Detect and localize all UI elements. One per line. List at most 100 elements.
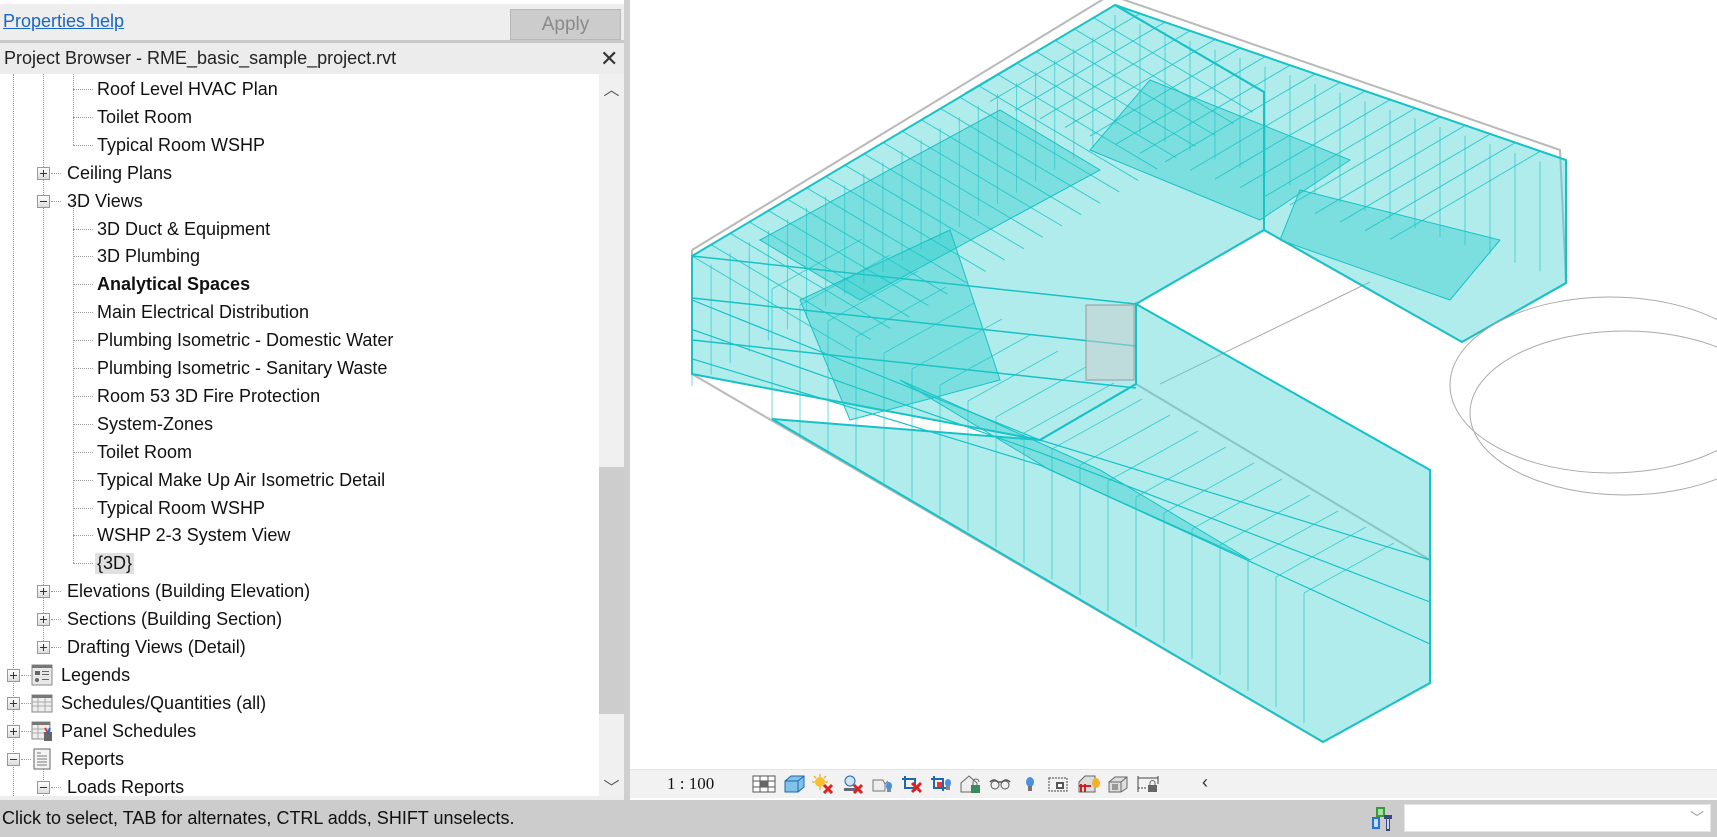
scroll-thumb[interactable]	[599, 467, 624, 714]
tree-item-label: Typical Make Up Air Isometric Detail	[97, 469, 386, 490]
tree-connector	[51, 647, 61, 648]
tree-connector	[73, 507, 93, 509]
tree-item[interactable]: 3D Plumbing	[0, 242, 599, 270]
scroll-down-icon[interactable]: ﹀	[599, 774, 624, 797]
collapse-icon[interactable]	[7, 752, 20, 766]
tree-item-label: {3D}	[95, 553, 135, 575]
tree-folder[interactable]: Legends	[0, 661, 599, 689]
sun-path-off-icon[interactable]	[811, 774, 835, 795]
tree-item-label: 3D Plumbing	[97, 246, 201, 267]
tree-folder[interactable]: Schedules/Quantities (all)	[0, 689, 599, 717]
tree-item-label: Toilet Room	[97, 441, 193, 462]
tree-folder[interactable]: Ceiling Plans	[0, 159, 599, 187]
temporary-view-properties-icon[interactable]	[1047, 774, 1071, 794]
tree-item-label: Roof Level HVAC Plan	[97, 79, 278, 99]
apply-button[interactable]: Apply	[510, 9, 621, 40]
tree-folder[interactable]: Elevations (Building Elevation)	[0, 577, 599, 605]
tree-connector	[51, 591, 61, 593]
close-icon[interactable]: ✕	[600, 46, 618, 72]
tree-item[interactable]: WSHP 2-3 System View	[0, 521, 599, 549]
tree-item[interactable]: Toilet Room	[0, 438, 599, 466]
tree-item[interactable]: Analytical Spaces	[0, 270, 599, 298]
constraints-icon[interactable]	[1136, 774, 1160, 794]
tree-connector	[73, 89, 93, 90]
tree-connector	[51, 200, 61, 202]
tree-item[interactable]: Plumbing Isometric - Sanitary Waste	[0, 354, 599, 382]
tree-item[interactable]: System-Zones	[0, 410, 599, 438]
unlocked-3d-view-icon[interactable]	[959, 774, 983, 794]
tree-connector	[73, 368, 93, 369]
project-browser-header: Project Browser - RME_basic_sample_proje…	[0, 43, 627, 74]
status-bar: Click to select, TAB for alternates, CTR…	[0, 800, 1717, 837]
tree-item[interactable]: Main Electrical Distribution	[0, 298, 599, 326]
expand-icon[interactable]	[37, 166, 50, 180]
legend-icon	[31, 664, 53, 686]
tree-folder[interactable]: 3D Views	[0, 187, 599, 215]
expand-icon[interactable]	[37, 641, 50, 654]
reveal-hidden-elements-icon[interactable]	[1018, 774, 1042, 794]
tree-item-label: Elevations (Building Elevation)	[67, 581, 311, 602]
tree-connector	[73, 451, 93, 453]
expand-icon[interactable]	[37, 613, 50, 627]
collapse-icon[interactable]	[37, 780, 50, 794]
tree-item[interactable]: Typical Make Up Air Isometric Detail	[0, 466, 599, 494]
tree-item[interactable]: Typical Room WSHP	[0, 494, 599, 522]
analytical-spaces-model[interactable]	[630, 0, 1717, 769]
tree-item-label: Typical Room WSHP	[97, 497, 266, 518]
3d-view-canvas[interactable]	[630, 0, 1717, 769]
tree-folder[interactable]: Drafting Views (Detail)	[0, 633, 599, 661]
project-browser-tree: Roof Level HVAC Plan Toilet Room Typical R…	[0, 74, 599, 796]
rendering-dialog-icon[interactable]	[870, 774, 894, 794]
expand-icon[interactable]	[7, 724, 20, 738]
tree-item[interactable]: Roof Level HVAC Plan	[0, 75, 599, 103]
detail-level-icon[interactable]	[752, 774, 776, 794]
tree-connector	[21, 730, 31, 732]
tree-item[interactable]: Plumbing Isometric - Domestic Water	[0, 326, 599, 354]
stair	[1085, 304, 1135, 381]
expand-icon[interactable]	[7, 668, 20, 682]
tree-item-label: System-Zones	[97, 413, 214, 434]
tree-item-label: Drafting Views (Detail)	[67, 637, 246, 657]
crop-view-off-icon[interactable]	[900, 774, 924, 794]
tree-folder[interactable]: Loads Reports	[0, 773, 599, 797]
tree-connector	[73, 256, 93, 258]
tree-item[interactable]: Toilet Room	[0, 103, 599, 131]
tree-folder[interactable]: Sections (Building Section)	[0, 605, 599, 633]
tree-item-label: Loads Reports	[67, 776, 185, 797]
scroll-up-icon[interactable]: ︿	[599, 76, 624, 99]
tree-connector	[73, 423, 93, 425]
tree-item-label: 3D Duct & Equipment	[97, 218, 271, 239]
tree-item-label: Panel Schedules	[61, 720, 197, 741]
tree-connector	[21, 674, 31, 676]
report-icon	[31, 748, 53, 770]
tree-item-label: 3D Views	[67, 190, 143, 211]
tree-item-label: Ceiling Plans	[67, 162, 173, 183]
worksets-icon[interactable]	[1369, 805, 1397, 833]
tree-item[interactable]: Typical Room WSHP	[0, 131, 599, 159]
analytical-model-icon[interactable]	[1106, 774, 1130, 794]
tree-item-label: Plumbing Isometric - Domestic Water	[97, 330, 394, 351]
show-crop-region-icon[interactable]	[929, 774, 953, 794]
shadows-off-icon[interactable]	[841, 774, 865, 795]
expand-icon[interactable]	[7, 696, 20, 710]
tree-item[interactable]: Room 53 3D Fire Protection	[0, 382, 599, 410]
worksharing-display-icon[interactable]	[1077, 774, 1101, 794]
tree-item[interactable]: 3D Duct & Equipment	[0, 215, 599, 243]
tree-item[interactable]: {3D}	[0, 549, 599, 577]
active-workset-dropdown[interactable]: ﹀	[1404, 804, 1711, 832]
tree-folder[interactable]: Reports	[0, 745, 599, 773]
tree-item-label: Analytical Spaces	[97, 274, 251, 295]
temporary-hide-isolate-icon[interactable]	[988, 774, 1012, 794]
properties-help-link[interactable]: Properties help	[3, 11, 124, 32]
view-control-bar: 1 : 100 ‹	[630, 769, 1717, 798]
tree-scrollbar[interactable]: ︿ ﹀	[599, 74, 624, 797]
expand-icon[interactable]	[37, 585, 50, 599]
visual-style-icon[interactable]	[782, 774, 806, 794]
tree-folder[interactable]: Panel Schedules	[0, 717, 599, 745]
collapse-icon[interactable]	[37, 194, 50, 208]
view-scale[interactable]: 1 : 100	[667, 774, 714, 794]
chevron-left-icon[interactable]: ‹	[1202, 772, 1208, 793]
tree-item-label: Sections (Building Section)	[67, 609, 283, 630]
tree-connector	[51, 172, 61, 174]
tree-connector	[73, 340, 93, 342]
